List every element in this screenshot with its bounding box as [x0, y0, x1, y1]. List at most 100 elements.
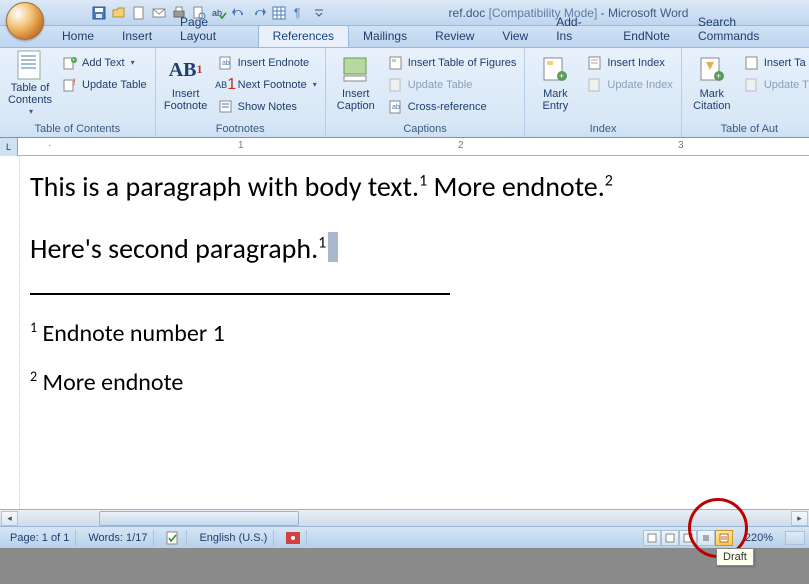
view-buttons	[643, 530, 733, 546]
print-layout-view-button[interactable]	[643, 530, 661, 546]
update-icon	[744, 77, 760, 93]
ribbon: Table of Contents▾ +Add Text▾ !Update Ta…	[0, 48, 809, 138]
next-footnote-button[interactable]: AB1Next Footnote▾	[214, 74, 321, 95]
paragraph-icon[interactable]: ¶	[290, 4, 308, 22]
tab-selector[interactable]: L	[0, 138, 18, 156]
selection-margin[interactable]	[0, 156, 20, 509]
update-icon: !	[62, 77, 78, 93]
mark-entry-icon: +	[539, 54, 571, 86]
citation-icon: +	[696, 54, 728, 86]
insert-footnote-button[interactable]: AB1 Insert Footnote	[160, 50, 212, 116]
scroll-right-button[interactable]: ▸	[791, 511, 808, 526]
outline-view-button[interactable]	[697, 530, 715, 546]
update-icon	[388, 77, 404, 93]
tab-page-layout[interactable]: Page Layout	[166, 12, 258, 47]
tab-search-commands[interactable]: Search Commands	[684, 12, 809, 47]
ruler[interactable]: L · 1 2 3	[0, 138, 809, 156]
new-icon[interactable]	[130, 4, 148, 22]
tab-addins[interactable]: Add-Ins	[542, 12, 609, 47]
endnote[interactable]: 1 Endnote number 1	[30, 319, 799, 348]
scroll-left-button[interactable]: ◂	[1, 511, 18, 526]
mark-entry-button[interactable]: + Mark Entry	[529, 50, 581, 116]
svg-text:+: +	[559, 71, 564, 81]
index-icon	[587, 55, 603, 71]
word-count[interactable]: Words: 1/17	[82, 530, 154, 546]
table-of-contents-button[interactable]: Table of Contents▾	[4, 50, 56, 116]
tab-mailings[interactable]: Mailings	[349, 26, 421, 47]
tab-insert[interactable]: Insert	[108, 26, 166, 47]
update-toa-button[interactable]: Update T	[740, 74, 809, 95]
page-content[interactable]: This is a paragraph with body text.1 Mor…	[30, 170, 799, 417]
group-label: Captions	[326, 121, 525, 137]
zoom-slider[interactable]	[785, 531, 805, 545]
group-captions: Insert Caption Insert Table of Figures U…	[326, 48, 526, 137]
group-label: Footnotes	[156, 121, 325, 137]
mark-citation-button[interactable]: + Mark Citation	[686, 50, 738, 116]
insert-toa-button[interactable]: Insert Ta	[740, 52, 809, 73]
tab-home[interactable]: Home	[48, 26, 108, 47]
insert-tof-button[interactable]: Insert Table of Figures	[384, 52, 521, 73]
endnote-icon: ab	[218, 55, 234, 71]
tab-review[interactable]: Review	[421, 26, 488, 47]
document-area[interactable]: This is a paragraph with body text.1 Mor…	[0, 156, 809, 509]
footnote-icon: AB1	[170, 54, 202, 86]
endnote[interactable]: 2 More endnote	[30, 368, 799, 397]
open-icon[interactable]	[110, 4, 128, 22]
svg-text:+: +	[72, 58, 76, 64]
tab-references[interactable]: References	[258, 25, 349, 47]
show-notes-icon	[218, 99, 234, 115]
table-icon[interactable]	[270, 4, 288, 22]
group-label: Index	[525, 121, 680, 137]
update-index-button[interactable]: Update Index	[583, 74, 676, 95]
qat-customize-icon[interactable]	[310, 4, 328, 22]
chevron-down-icon: ▾	[131, 58, 135, 67]
endnote-ref[interactable]: 1	[318, 233, 326, 252]
zoom-level[interactable]: 220%	[739, 532, 779, 544]
language-indicator[interactable]: English (U.S.)	[193, 530, 274, 546]
show-notes-button[interactable]: Show Notes	[214, 96, 321, 117]
toc-icon	[14, 50, 46, 80]
draft-view-button[interactable]	[715, 530, 733, 546]
ribbon-tabs: Home Insert Page Layout References Maili…	[0, 26, 809, 48]
office-button[interactable]	[6, 2, 44, 40]
endnote-ref[interactable]: 2	[605, 172, 613, 191]
cross-reference-button[interactable]: abCross-reference	[384, 96, 521, 117]
tab-endnote[interactable]: EndNote	[609, 26, 684, 47]
tof-icon	[388, 55, 404, 71]
endnote-ref[interactable]: 1	[419, 172, 427, 191]
status-bar: Page: 1 of 1 Words: 1/17 English (U.S.) …	[0, 526, 809, 548]
svg-text:ab: ab	[222, 60, 230, 67]
paragraph[interactable]: Here's second paragraph.1	[30, 232, 799, 266]
svg-text:+: +	[716, 71, 721, 81]
web-layout-view-button[interactable]	[679, 530, 697, 546]
insert-endnote-button[interactable]: abInsert Endnote	[214, 52, 321, 73]
macro-icon[interactable]	[280, 530, 307, 546]
next-footnote-icon: AB1	[218, 77, 234, 93]
full-screen-view-button[interactable]	[661, 530, 679, 546]
horizontal-scrollbar[interactable]: ◂ ▸	[0, 509, 809, 526]
draft-tooltip: Draft	[716, 548, 754, 566]
add-text-button[interactable]: +Add Text▾	[58, 52, 151, 73]
svg-text:!: !	[73, 78, 76, 87]
crossref-icon: ab	[388, 99, 404, 115]
chevron-down-icon: ▾	[29, 108, 33, 117]
proofing-icon[interactable]	[160, 530, 187, 546]
tab-view[interactable]: View	[488, 26, 542, 47]
scroll-thumb[interactable]	[99, 511, 299, 526]
page-indicator[interactable]: Page: 1 of 1	[4, 530, 76, 546]
update-tof-button[interactable]: Update Table	[384, 74, 521, 95]
group-toc: Table of Contents▾ +Add Text▾ !Update Ta…	[0, 48, 156, 137]
insert-index-button[interactable]: Insert Index	[583, 52, 676, 73]
update-toc-button[interactable]: !Update Table	[58, 74, 151, 95]
paragraph[interactable]: This is a paragraph with body text.1 Mor…	[30, 170, 799, 204]
toa-icon	[744, 55, 760, 71]
svg-text:¶: ¶	[294, 6, 300, 20]
save-icon[interactable]	[90, 4, 108, 22]
group-index: + Mark Entry Insert Index Update Index I…	[525, 48, 681, 137]
chevron-down-icon: ▾	[313, 80, 317, 89]
caption-icon	[340, 54, 372, 86]
insert-caption-button[interactable]: Insert Caption	[330, 50, 382, 116]
update-icon	[587, 77, 603, 93]
text-cursor	[328, 232, 338, 262]
desktop-area	[0, 548, 809, 584]
